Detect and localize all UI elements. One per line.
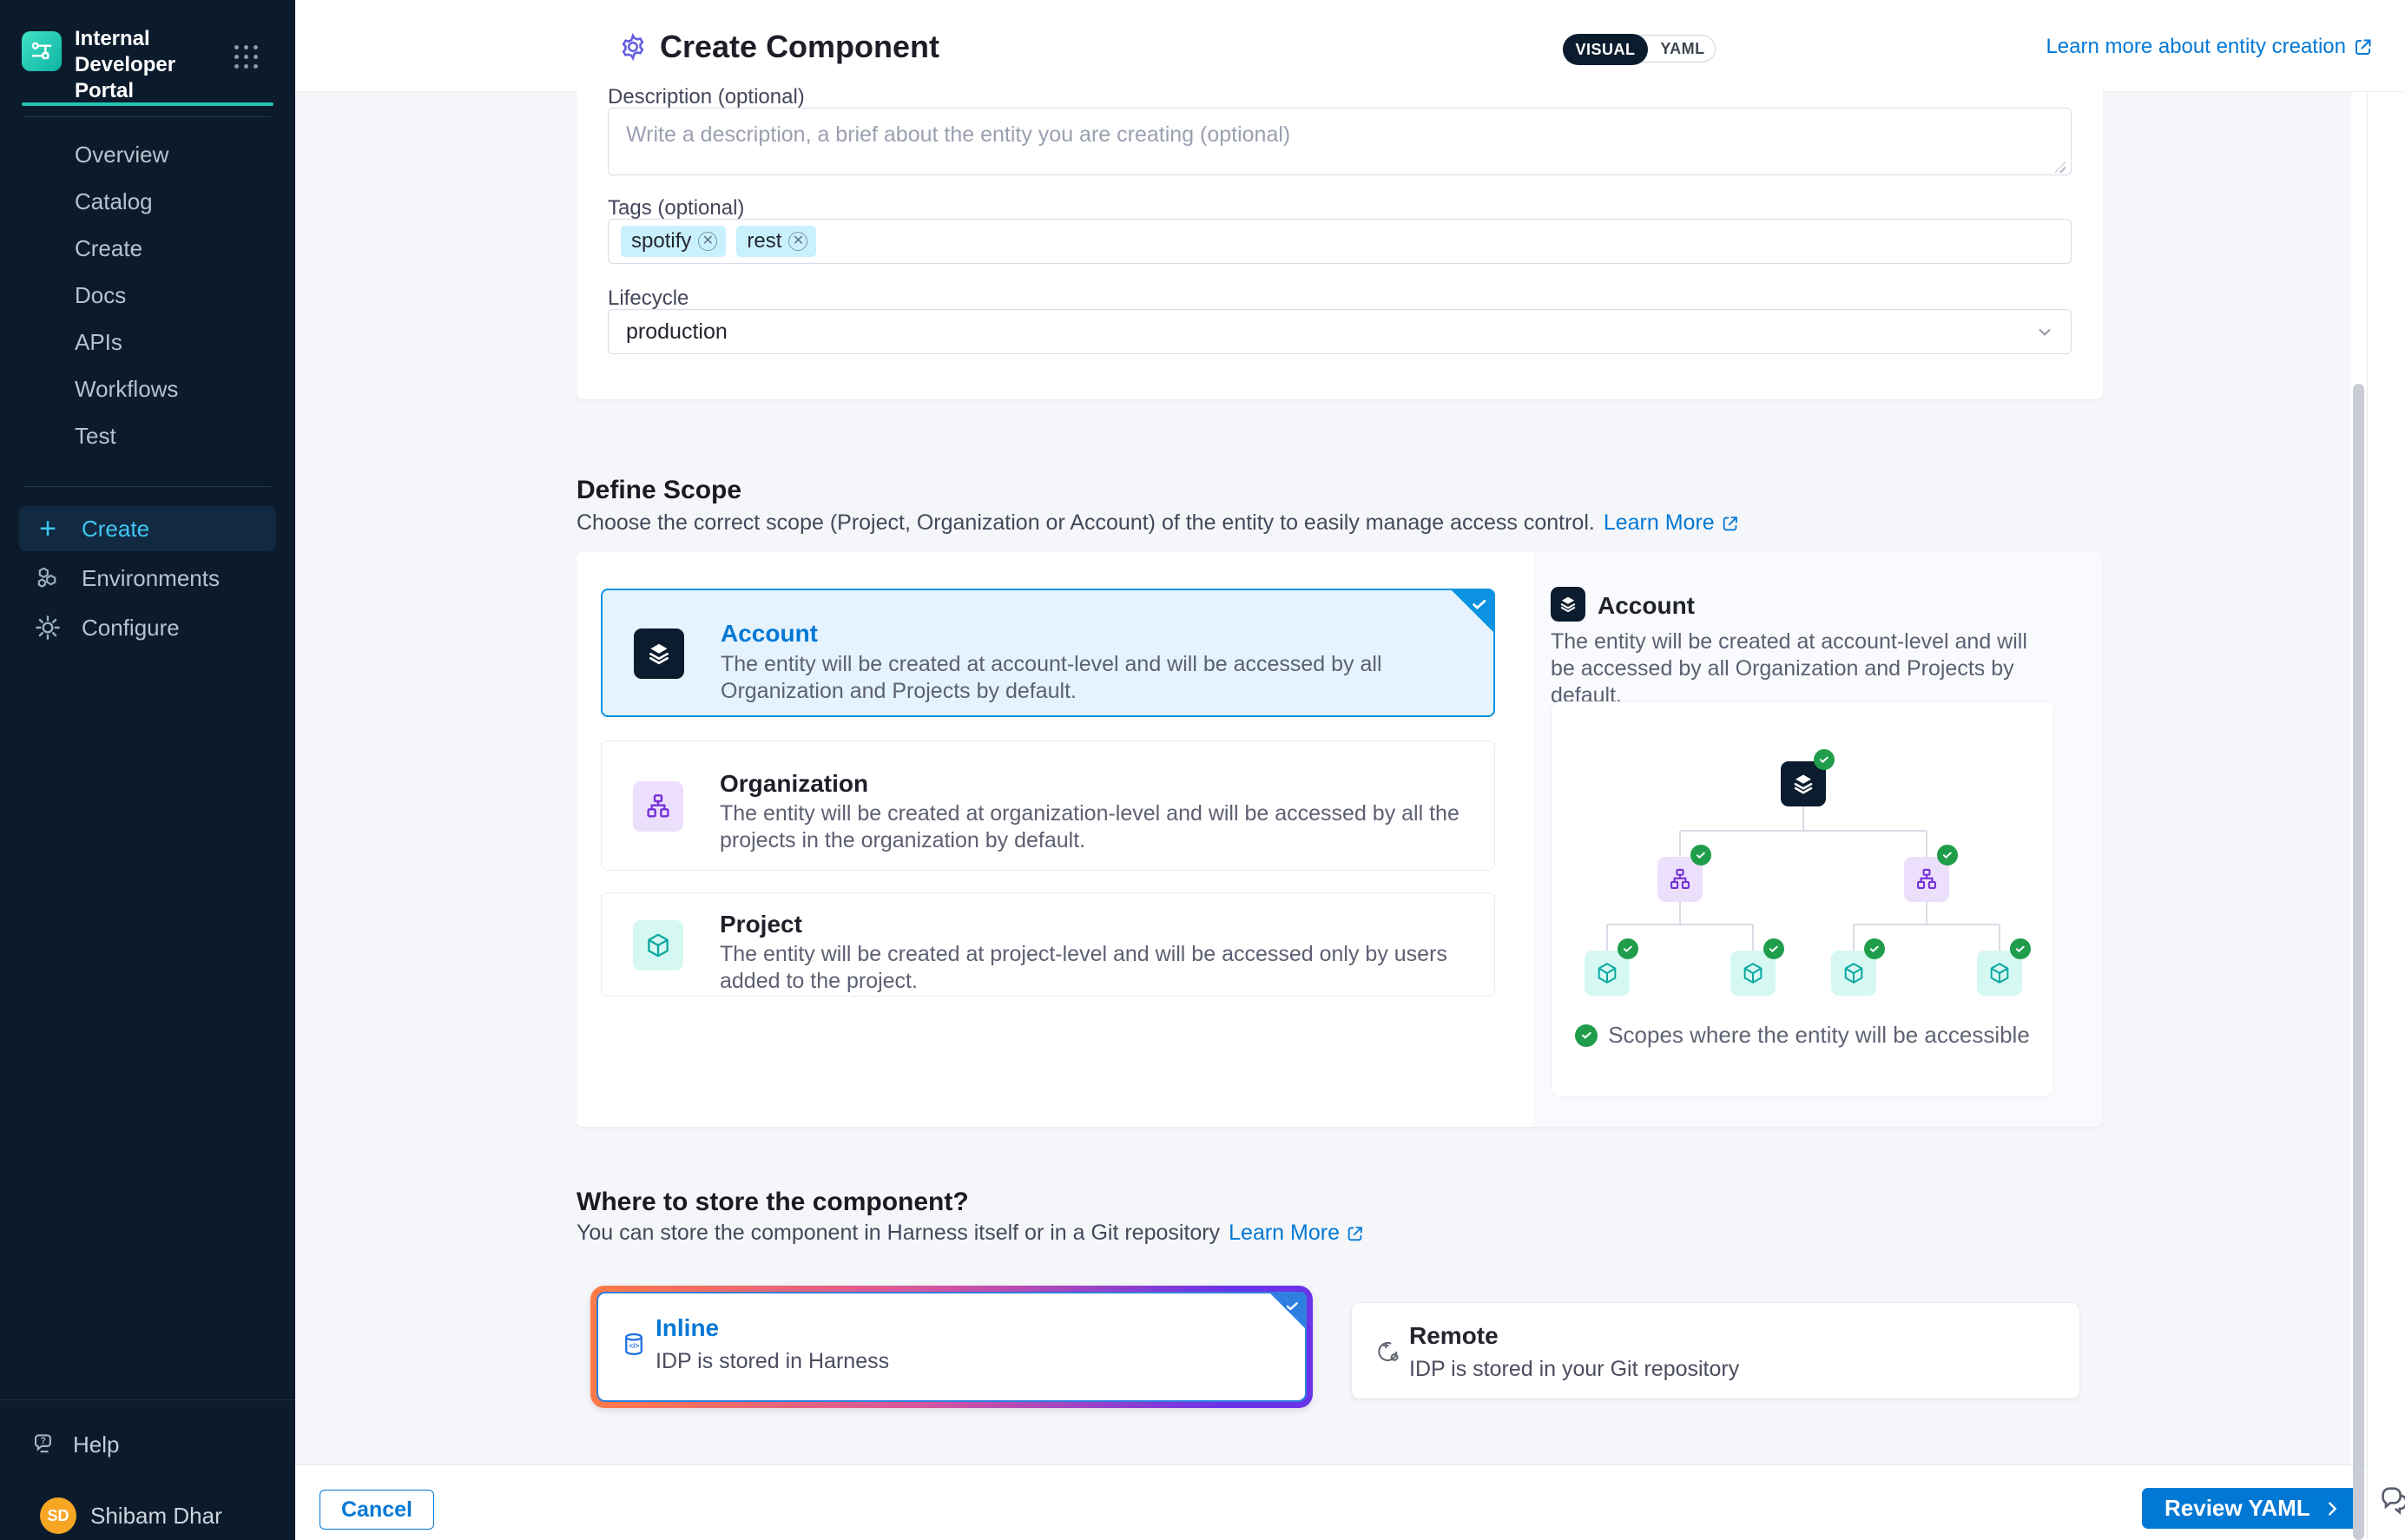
user-name: Shibam Dhar — [90, 1503, 222, 1530]
lifecycle-select[interactable]: production — [608, 309, 2072, 354]
store-option-inline-highlight: </> Inline IDP is stored in Harness — [590, 1286, 1313, 1408]
svg-text:</>: </> — [629, 1342, 640, 1350]
check-badge — [1814, 749, 1835, 770]
store-option-remote[interactable]: Remote IDP is stored in your Git reposit… — [1351, 1302, 2080, 1399]
description-label: Description (optional) — [608, 85, 805, 109]
chevron-right-icon — [2323, 1499, 2342, 1518]
define-scope-title: Define Scope — [577, 476, 741, 505]
scope-option-account[interactable]: Account The entity will be created at ac… — [601, 589, 1495, 717]
plus-icon: + — [33, 514, 63, 543]
check-icon — [1470, 595, 1489, 614]
store-section-subtitle: You can store the component in Harness i… — [577, 1221, 1365, 1246]
check-badge — [2010, 938, 2031, 959]
sidebar-divider — [0, 1399, 295, 1400]
database-code-icon: </> — [621, 1332, 647, 1362]
tab-visual[interactable]: VISUAL — [1563, 34, 1648, 65]
hexagons-icon — [33, 564, 63, 592]
check-badge — [1763, 938, 1784, 959]
scope-detail-title: Account — [1598, 592, 1695, 620]
external-link-icon — [1721, 514, 1740, 533]
store-option-inline[interactable]: </> Inline IDP is stored in Harness — [596, 1292, 1307, 1402]
scope-hierarchy-diagram: Scopes where the entity will be accessib… — [1551, 701, 2054, 1097]
sidebar-item-create[interactable]: Create — [75, 231, 142, 266]
brand-title: Internal Developer Portal — [75, 26, 240, 104]
check-badge — [1690, 845, 1711, 865]
sidebar-item-configure[interactable]: Configure — [19, 605, 276, 650]
diagram-caption: Scopes where the entity will be accessib… — [1552, 1022, 2053, 1049]
chat-widget-icon[interactable] — [2377, 1483, 2405, 1517]
sidebar-item-workflows[interactable]: Workflows — [75, 372, 178, 406]
help-button[interactable]: ? Help — [31, 1425, 119, 1464]
help-chat-icon: ? — [31, 1431, 57, 1458]
check-badge — [1864, 938, 1885, 959]
scope-detail-panel: Account The entity will be created at ac… — [1533, 552, 2103, 1127]
git-remote-icon — [1374, 1338, 1402, 1370]
sidebar-item-environments[interactable]: Environments — [19, 556, 276, 601]
tags-input[interactable]: spotify ✕ rest ✕ — [608, 219, 2072, 264]
sidebar-item-test[interactable]: Test — [75, 418, 116, 453]
vertical-scrollbar[interactable] — [2353, 384, 2364, 1540]
lifecycle-label: Lifecycle — [608, 286, 689, 311]
organization-sitemap-icon — [633, 781, 683, 832]
learn-more-entity-creation-link[interactable]: Learn more about entity creation — [2046, 35, 2374, 59]
right-gutter — [2367, 92, 2405, 1540]
sidebar: Internal Developer Portal Overview Catal… — [0, 0, 295, 1540]
harness-idp-logo[interactable] — [22, 31, 62, 71]
account-layers-icon — [634, 629, 684, 679]
store-section-title: Where to store the component? — [577, 1188, 969, 1217]
avatar: SD — [40, 1497, 76, 1534]
description-input[interactable] — [608, 108, 2072, 175]
chevron-down-icon — [2034, 321, 2055, 342]
sidebar-divider — [24, 116, 271, 117]
user-menu[interactable]: SD Shibam Dhar — [40, 1495, 222, 1537]
sidebar-item-overview[interactable]: Overview — [75, 137, 168, 172]
scope-learn-more-link[interactable]: Learn More — [1604, 510, 1740, 536]
check-badge — [1618, 938, 1638, 959]
brand-accent-line — [22, 102, 273, 106]
external-link-icon — [2353, 36, 2374, 57]
pipeline-logo-icon — [29, 38, 55, 64]
app-grid-icon[interactable] — [234, 45, 260, 73]
check-icon — [1575, 1024, 1598, 1047]
gear-icon — [33, 614, 63, 642]
account-layers-icon — [1551, 587, 1585, 622]
project-cube-icon — [633, 920, 683, 971]
external-link-icon — [1346, 1224, 1365, 1243]
sidebar-item-create-pinned[interactable]: + Create — [19, 506, 276, 551]
tags-label: Tags (optional) — [608, 196, 744, 220]
scope-option-project[interactable]: Project The entity will be created at pr… — [601, 892, 1495, 997]
review-yaml-button[interactable]: Review YAML — [2142, 1488, 2364, 1529]
tag-chip: spotify ✕ — [621, 226, 726, 257]
cancel-button[interactable]: Cancel — [320, 1490, 434, 1530]
sidebar-divider — [24, 486, 271, 487]
store-learn-more-link[interactable]: Learn More — [1229, 1221, 1365, 1246]
sidebar-item-apis[interactable]: APIs — [75, 325, 122, 359]
svg-text:?: ? — [41, 1436, 46, 1446]
page-header: Create Component VISUAL YAML Learn more … — [295, 0, 2405, 92]
remove-tag-icon[interactable]: ✕ — [788, 232, 807, 251]
tab-yaml[interactable]: YAML — [1649, 36, 1716, 62]
scope-options-card: Account The entity will be created at ac… — [577, 552, 2103, 1127]
sidebar-item-catalog[interactable]: Catalog — [75, 184, 153, 219]
page-title: Create Component — [660, 29, 939, 65]
scope-detail-description: The entity will be created at account-le… — [1551, 629, 2051, 709]
define-scope-subtitle: Choose the correct scope (Project, Organ… — [577, 510, 1740, 536]
sidebar-item-docs[interactable]: Docs — [75, 278, 126, 313]
footer-bar — [295, 1464, 2367, 1540]
component-gear-icon — [618, 32, 648, 62]
scope-option-organization[interactable]: Organization The entity will be created … — [601, 740, 1495, 871]
visual-yaml-toggle: VISUAL YAML — [1563, 35, 1716, 63]
create-component-page: Internal Developer Portal Overview Catal… — [0, 0, 2405, 1540]
tag-chip: rest ✕ — [736, 226, 816, 257]
check-badge — [1937, 845, 1958, 865]
check-icon — [1284, 1298, 1301, 1314]
remove-tag-icon[interactable]: ✕ — [698, 232, 717, 251]
